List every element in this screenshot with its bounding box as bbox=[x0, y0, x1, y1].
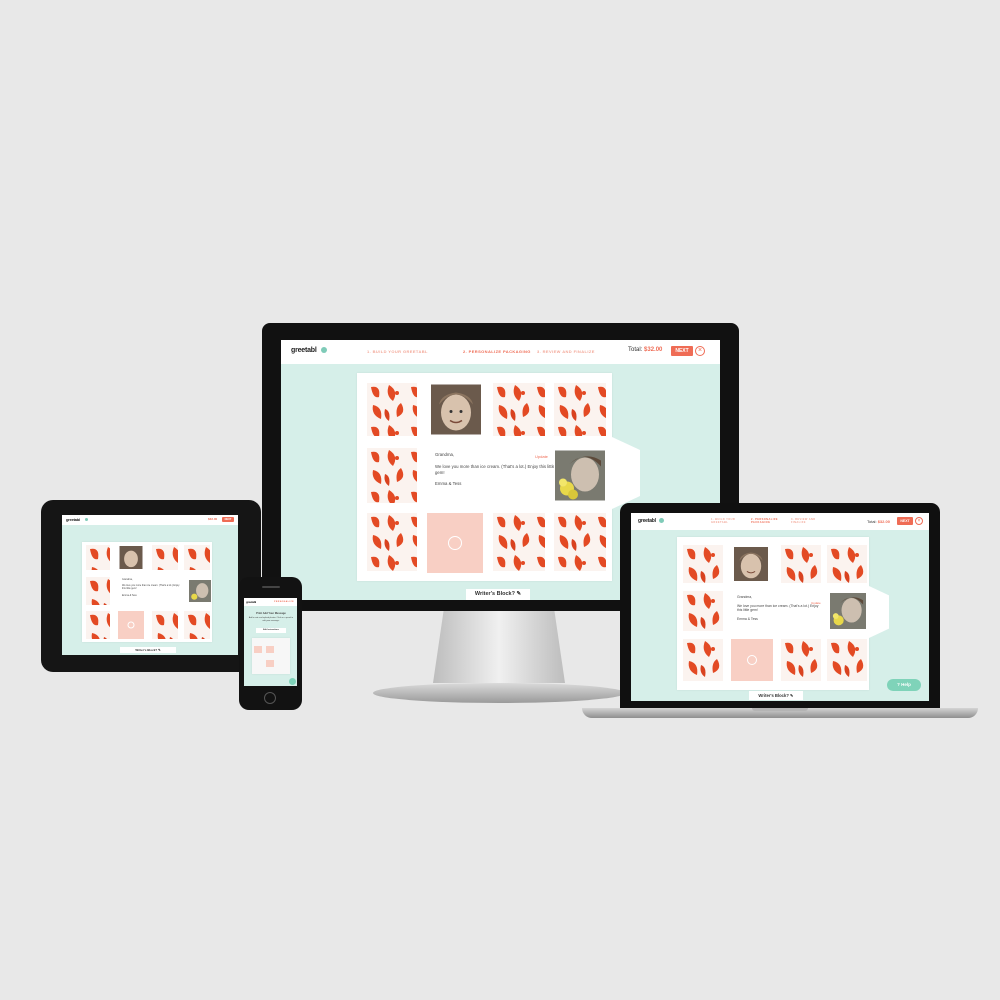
add-photo-tile[interactable] bbox=[731, 639, 773, 681]
pattern-tile[interactable] bbox=[367, 383, 417, 436]
phone-tile[interactable] bbox=[266, 646, 274, 653]
pattern-tile[interactable] bbox=[827, 639, 867, 681]
tablet-topbar: greetabl $32.00 NEXT bbox=[62, 515, 238, 525]
pattern-tile[interactable] bbox=[781, 639, 821, 681]
phone-mini-board bbox=[252, 638, 290, 674]
photo-tile-child[interactable] bbox=[118, 545, 144, 570]
phone-edit-button[interactable]: Edit Instructions bbox=[256, 628, 286, 633]
logo[interactable]: greetabl bbox=[638, 518, 656, 524]
pattern-tile[interactable] bbox=[152, 611, 178, 639]
photo-tile-child[interactable] bbox=[430, 383, 482, 436]
message-signature: Emma & Tess bbox=[435, 481, 462, 487]
pattern-tile[interactable] bbox=[86, 611, 110, 639]
pattern-tile[interactable] bbox=[827, 545, 867, 583]
tablet-screen: greetabl $32.00 NEXT Grandma, We love yo… bbox=[62, 515, 238, 655]
phone-subline: Add a note and upload photos. Click on a… bbox=[248, 617, 294, 622]
phone-headline: Print Add Your Message bbox=[256, 612, 286, 615]
next-button[interactable]: NEXT bbox=[671, 346, 693, 356]
message-body: We love you more than ice cream. (That's… bbox=[435, 463, 555, 475]
logo[interactable]: greetabl bbox=[246, 600, 256, 604]
phone-tile[interactable] bbox=[254, 646, 262, 653]
total-value: $32.00 bbox=[644, 347, 663, 353]
add-photo-tile[interactable] bbox=[118, 611, 144, 639]
update-link[interactable]: Update bbox=[811, 601, 821, 605]
writers-block-button[interactable]: Writer's Block? ✎ bbox=[466, 589, 530, 600]
pattern-tile[interactable] bbox=[184, 611, 210, 639]
writers-block-button[interactable]: Writer's Block? ✎ bbox=[120, 647, 176, 653]
close-icon[interactable]: × bbox=[915, 517, 923, 525]
next-button[interactable]: NEXT bbox=[222, 517, 234, 522]
update-link[interactable]: Update bbox=[535, 454, 548, 459]
phone-speaker bbox=[262, 586, 280, 588]
phone-screen: greetabl PERSONALIZE Print Add Your Mess… bbox=[244, 598, 297, 686]
step-personalize[interactable]: 2. PERSONALIZE PACKAGING bbox=[751, 518, 787, 524]
step-build[interactable]: 1. BUILD YOUR GREETABL bbox=[367, 349, 428, 354]
photo-tile-child-flowers[interactable] bbox=[829, 591, 867, 631]
logo-mark-icon bbox=[85, 518, 88, 521]
writers-block-button[interactable]: Writer's Block? ✎ bbox=[749, 691, 803, 700]
laptop-topbar: greetabl 1. BUILD YOUR GREETABL 2. PERSO… bbox=[631, 513, 929, 530]
next-button[interactable]: NEXT bbox=[897, 517, 913, 525]
add-icon[interactable] bbox=[127, 621, 135, 629]
pattern-tile[interactable] bbox=[683, 545, 723, 583]
close-icon[interactable]: × bbox=[695, 346, 705, 356]
pattern-tile[interactable] bbox=[367, 448, 417, 503]
total-label: $32.00 bbox=[208, 517, 218, 521]
pattern-tile[interactable] bbox=[554, 513, 606, 571]
pattern-tile[interactable] bbox=[86, 545, 110, 570]
phone-help-button[interactable] bbox=[289, 678, 296, 685]
phone-home-button[interactable] bbox=[264, 692, 276, 704]
pattern-tile[interactable] bbox=[367, 513, 417, 571]
logo[interactable]: greetabl bbox=[66, 517, 80, 522]
laptop-screen: greetabl 1. BUILD YOUR GREETABL 2. PERSO… bbox=[631, 513, 929, 701]
pattern-tile[interactable] bbox=[554, 383, 606, 436]
pattern-tile[interactable] bbox=[683, 591, 723, 631]
logo[interactable]: greetabl bbox=[291, 347, 317, 354]
desktop-stand-neck bbox=[433, 611, 565, 683]
desktop-stand-base bbox=[373, 683, 625, 703]
photo-tile-child-flowers[interactable] bbox=[188, 577, 212, 605]
pattern-tile[interactable] bbox=[493, 383, 545, 436]
step-personalize[interactable]: 2. PERSONALIZE PACKAGING bbox=[463, 349, 531, 354]
packaging-flap bbox=[869, 586, 889, 638]
add-icon[interactable] bbox=[747, 655, 757, 665]
photo-tile-child-flowers[interactable] bbox=[554, 448, 606, 503]
logo-mark-icon bbox=[659, 518, 664, 523]
pattern-tile[interactable] bbox=[184, 545, 210, 570]
step-build[interactable]: 1. BUILD YOUR GREETABL bbox=[711, 518, 747, 524]
logo-mark-icon bbox=[321, 347, 327, 353]
message-panel[interactable]: Grandma, We love you more than ice cream… bbox=[737, 595, 823, 621]
phone-topbar: greetabl PERSONALIZE bbox=[244, 598, 297, 606]
pattern-tile[interactable] bbox=[493, 513, 545, 571]
total-label: Total: $32.00 bbox=[628, 347, 663, 353]
photo-tile-child[interactable] bbox=[733, 545, 769, 583]
help-label: Help bbox=[901, 682, 911, 687]
step-review[interactable]: 3. REVIEW AND FINALIZE bbox=[537, 349, 595, 354]
add-icon[interactable] bbox=[448, 536, 462, 550]
phone-step-label: PERSONALIZE bbox=[274, 600, 294, 603]
pattern-tile[interactable] bbox=[86, 577, 110, 605]
desktop-topbar: greetabl 1. BUILD YOUR GREETABL 2. PERSO… bbox=[281, 340, 720, 364]
step-review[interactable]: 3. REVIEW AND FINALIZE bbox=[791, 518, 827, 524]
message-panel[interactable]: Grandma, We love you more than ice cream… bbox=[122, 578, 182, 597]
laptop-notch bbox=[752, 708, 808, 711]
packaging-flap bbox=[612, 437, 640, 509]
add-photo-tile[interactable] bbox=[427, 513, 483, 573]
pattern-tile[interactable] bbox=[781, 545, 821, 583]
pattern-tile[interactable] bbox=[152, 545, 178, 570]
help-button[interactable]: ? Help bbox=[887, 679, 921, 691]
total-label: Total: $32.00 bbox=[867, 519, 890, 524]
pattern-tile[interactable] bbox=[683, 639, 723, 681]
phone-tile[interactable] bbox=[266, 660, 274, 667]
